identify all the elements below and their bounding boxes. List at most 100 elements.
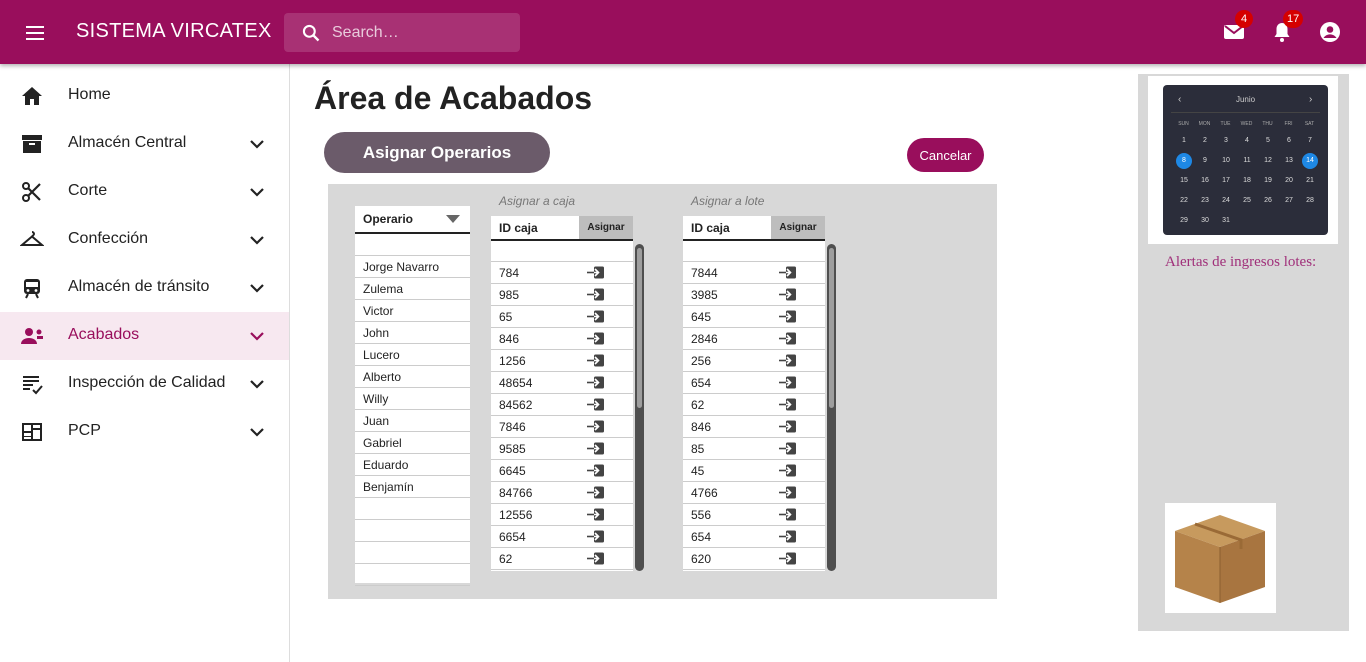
calendar-day[interactable]: 24: [1218, 193, 1234, 209]
calendar-day[interactable]: 4: [1239, 133, 1255, 149]
calendar-day[interactable]: 3: [1218, 133, 1234, 149]
calendar-day[interactable]: 20: [1281, 173, 1297, 189]
list-item[interactable]: Eduardo: [355, 454, 470, 476]
calendar-day[interactable]: 12: [1260, 153, 1276, 169]
calendar-day[interactable]: 25: [1239, 193, 1255, 209]
notifications-button[interactable]: 17: [1270, 10, 1304, 44]
assign-arrow-icon[interactable]: [779, 354, 797, 370]
chevron-right-icon[interactable]: ›: [1309, 94, 1312, 105]
account-button[interactable]: [1318, 20, 1342, 44]
sidebar-item-home[interactable]: Home: [0, 72, 289, 120]
operator-dropdown[interactable]: Operario: [355, 206, 470, 234]
calendar-day[interactable]: 27: [1281, 193, 1297, 209]
assign-arrow-icon[interactable]: [587, 552, 605, 568]
assign-arrow-icon[interactable]: [779, 552, 797, 568]
sidebar-item-pcp[interactable]: PCP: [0, 408, 289, 456]
calendar-day[interactable]: 21: [1302, 173, 1318, 189]
list-item[interactable]: [355, 498, 470, 520]
calendar-day[interactable]: 16: [1197, 173, 1213, 189]
calendar-day[interactable]: 9: [1197, 153, 1213, 169]
list-item[interactable]: Victor: [355, 300, 470, 322]
calendar-day[interactable]: 31: [1218, 213, 1234, 229]
table-row: 62: [683, 394, 825, 416]
assign-arrow-icon[interactable]: [587, 310, 605, 326]
calendar-day[interactable]: 15: [1176, 173, 1192, 189]
sidebar-item-confeccion[interactable]: Confección: [0, 216, 289, 264]
calendar-day[interactable]: 1: [1176, 133, 1192, 149]
cancel-button[interactable]: Cancelar: [907, 138, 984, 172]
assign-arrow-icon[interactable]: [779, 420, 797, 436]
calendar-day[interactable]: 28: [1302, 193, 1318, 209]
list-item[interactable]: Zulema: [355, 278, 470, 300]
list-item[interactable]: Jorge Navarro: [355, 256, 470, 278]
sidebar-item-almacen-central[interactable]: Almacén Central: [0, 120, 289, 168]
lot-table-scrollbar[interactable]: [827, 244, 836, 571]
calendar-day[interactable]: 8: [1176, 153, 1192, 169]
calendar-day[interactable]: 17: [1218, 173, 1234, 189]
calendar-day[interactable]: 30: [1197, 213, 1213, 229]
assign-operators-button[interactable]: Asignar Operarios: [324, 132, 550, 173]
assign-arrow-icon[interactable]: [587, 266, 605, 282]
assign-arrow-icon[interactable]: [587, 354, 605, 370]
assign-arrow-icon[interactable]: [779, 486, 797, 502]
calendar-day[interactable]: 22: [1176, 193, 1192, 209]
calendar-day[interactable]: 6: [1281, 133, 1297, 149]
list-item[interactable]: John: [355, 322, 470, 344]
list-item[interactable]: Gabriel: [355, 432, 470, 454]
sidebar-item-inspeccion[interactable]: Inspección de Calidad: [0, 360, 289, 408]
calendar-day[interactable]: 11: [1239, 153, 1255, 169]
assign-arrow-icon[interactable]: [587, 332, 605, 348]
list-item[interactable]: Alberto: [355, 366, 470, 388]
assign-arrow-icon[interactable]: [587, 376, 605, 392]
assign-arrow-icon[interactable]: [587, 288, 605, 304]
calendar-day[interactable]: 18: [1239, 173, 1255, 189]
calendar-day[interactable]: 23: [1197, 193, 1213, 209]
assign-arrow-icon[interactable]: [587, 508, 605, 524]
menu-icon[interactable]: [24, 22, 46, 42]
assign-arrow-icon[interactable]: [779, 332, 797, 348]
calendar-day[interactable]: 26: [1260, 193, 1276, 209]
assign-arrow-icon[interactable]: [779, 288, 797, 304]
assign-arrow-icon[interactable]: [779, 464, 797, 480]
assign-arrow-icon[interactable]: [587, 442, 605, 458]
list-item[interactable]: Willy: [355, 388, 470, 410]
list-item[interactable]: Juan: [355, 410, 470, 432]
account-icon: [1320, 22, 1340, 42]
sidebar-item-almacen-transito[interactable]: Almacén de tránsito: [0, 264, 289, 312]
assign-arrow-icon[interactable]: [779, 310, 797, 326]
assign-arrow-icon[interactable]: [587, 486, 605, 502]
assign-arrow-icon[interactable]: [779, 398, 797, 414]
assign-arrow-icon[interactable]: [779, 376, 797, 392]
search-box[interactable]: [284, 13, 520, 52]
box-table-scrollbar[interactable]: [635, 244, 644, 571]
assign-arrow-icon[interactable]: [779, 442, 797, 458]
assign-arrow-icon[interactable]: [587, 530, 605, 546]
table-row: 985: [491, 284, 633, 306]
list-item[interactable]: Benjamín: [355, 476, 470, 498]
assign-arrow-icon[interactable]: [587, 420, 605, 436]
list-item[interactable]: Lucero: [355, 344, 470, 366]
assign-arrow-icon[interactable]: [779, 530, 797, 546]
search-input[interactable]: [332, 13, 512, 52]
calendar-day[interactable]: 14: [1302, 153, 1318, 169]
mail-button[interactable]: 4: [1222, 10, 1253, 44]
calendar-day[interactable]: 2: [1197, 133, 1213, 149]
list-item[interactable]: [355, 564, 470, 586]
calendar-day[interactable]: 19: [1260, 173, 1276, 189]
list-item[interactable]: [355, 520, 470, 542]
calendar-day[interactable]: 10: [1218, 153, 1234, 169]
calendar-day[interactable]: 7: [1302, 133, 1318, 149]
assign-arrow-icon[interactable]: [587, 464, 605, 480]
weekday-label: FRI: [1284, 121, 1293, 127]
list-item[interactable]: [355, 234, 470, 256]
calendar-day[interactable]: 29: [1176, 213, 1192, 229]
calendar-day[interactable]: 5: [1260, 133, 1276, 149]
sidebar-item-label: Corte: [68, 182, 108, 199]
assign-arrow-icon[interactable]: [587, 398, 605, 414]
assign-arrow-icon[interactable]: [779, 508, 797, 524]
sidebar-item-corte[interactable]: Corte: [0, 168, 289, 216]
list-item[interactable]: [355, 542, 470, 564]
calendar-day[interactable]: 13: [1281, 153, 1297, 169]
assign-arrow-icon[interactable]: [779, 266, 797, 282]
sidebar-item-acabados[interactable]: Acabados: [0, 312, 289, 360]
